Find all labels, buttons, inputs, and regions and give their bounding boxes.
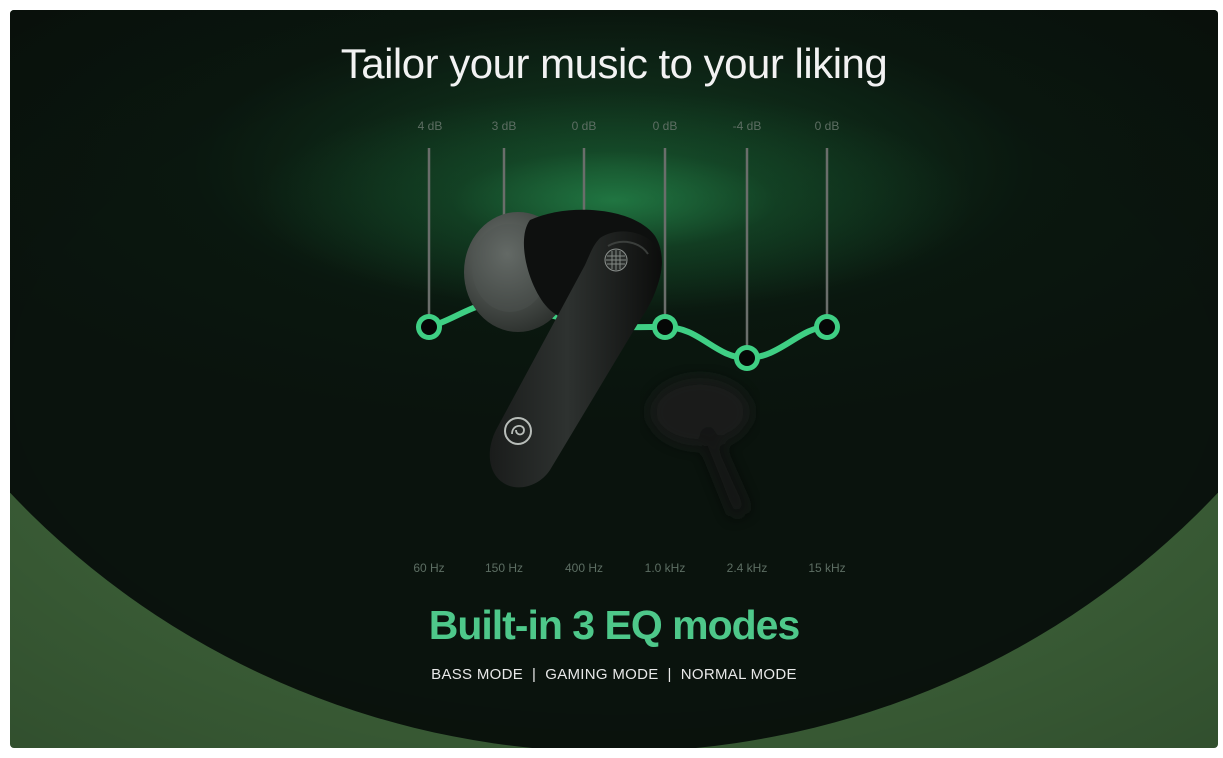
db-label: 0 dB — [815, 119, 840, 133]
db-label: -4 dB — [733, 119, 762, 133]
db-label: 0 dB — [653, 119, 678, 133]
mode-gaming: GAMING MODE — [545, 666, 659, 683]
eq-knob-60hz — [416, 314, 442, 340]
eq-knob-1khz — [652, 314, 678, 340]
mode-separator: | — [667, 666, 672, 683]
hz-label: 2.4 kHz — [727, 561, 768, 575]
hz-label: 15 kHz — [808, 561, 845, 575]
mode-separator: | — [532, 666, 537, 683]
eq-promo-banner: Tailor your music to your liking 4 dB 3 … — [10, 10, 1218, 748]
db-label: 4 dB — [418, 119, 443, 133]
hz-label: 1.0 kHz — [645, 561, 686, 575]
eq-sliders — [427, 148, 829, 546]
feature-heading: Built-in 3 EQ modes — [428, 602, 801, 648]
db-label: 0 dB — [572, 119, 597, 133]
eq-mode-list: BASS MODE | GAMING MODE | NORMAL MODE — [10, 666, 1218, 683]
earbuds-icon — [464, 209, 662, 488]
db-label: 3 dB — [492, 119, 517, 133]
hz-label: 150 Hz — [485, 561, 523, 575]
eq-knob-2-4khz — [734, 345, 760, 371]
hz-labels: 60 Hz 150 Hz 400 Hz 1.0 kHz 2.4 kHz 15 k… — [413, 561, 845, 575]
hz-label: 60 Hz — [413, 561, 444, 575]
eq-knob-15khz — [814, 314, 840, 340]
hz-label: 400 Hz — [565, 561, 603, 575]
mode-normal: NORMAL MODE — [680, 666, 797, 683]
mode-bass: BASS MODE — [431, 666, 524, 683]
db-labels: 4 dB 3 dB 0 dB 0 dB -4 dB 0 dB — [418, 119, 840, 133]
